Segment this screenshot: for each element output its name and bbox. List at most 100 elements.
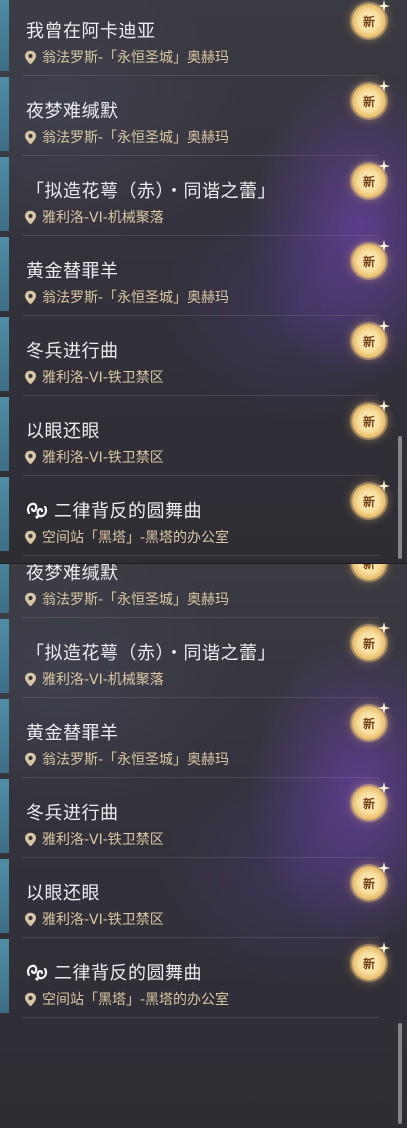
mission-edge-accent (0, 477, 9, 551)
mission-title-row: 以眼还眼 (26, 879, 100, 905)
sparkle-icon (378, 702, 390, 714)
new-badge-label: 新 (362, 175, 375, 189)
mission-location: 雅利洛-VI-机械聚落 (42, 672, 164, 688)
mission-edge-accent (0, 317, 9, 391)
mission-location-row: 雅利洛-VI-铁卫禁区 (24, 829, 164, 849)
mission-location-row: 雅利洛-VI-铁卫禁区 (24, 909, 164, 929)
new-badge-icon: 新 (352, 400, 390, 438)
scrollbar[interactable] (398, 1023, 402, 1124)
mission-edge-accent (0, 699, 9, 773)
mission-edge-accent (0, 237, 9, 311)
new-badge-label: 新 (362, 564, 375, 571)
mission-edge-accent (0, 0, 9, 71)
map-pin-icon (25, 992, 36, 1006)
mission-item[interactable]: 「拟造花萼（赤）・同谐之蕾」 雅利洛-VI-机械聚落 新 (0, 618, 407, 698)
mission-title: 「拟造花萼（赤）・同谐之蕾」 (26, 643, 276, 664)
new-badge-label: 新 (362, 957, 375, 971)
mission-edge-accent (0, 779, 9, 853)
mission-location: 雅利洛-VI-铁卫禁区 (42, 912, 164, 928)
mission-title: 我曾在阿卡迪亚 (26, 21, 156, 42)
quest-type-icon (26, 964, 48, 981)
sparkle-icon (378, 240, 390, 252)
scrollbar[interactable] (398, 436, 402, 559)
sparkle-icon (378, 942, 390, 954)
new-badge-icon: 新 (352, 480, 390, 518)
mission-location: 雅利洛-VI-铁卫禁区 (42, 450, 164, 466)
mission-item[interactable]: 黄金替罪羊 翁法罗斯-「永恒圣城」奥赫玛 新 (0, 236, 407, 316)
mission-item[interactable]: 冬兵进行曲 雅利洛-VI-铁卫禁区 新 (0, 778, 407, 858)
mission-edge-accent (0, 157, 9, 231)
sparkle-icon (378, 400, 390, 412)
mission-edge-accent (0, 859, 9, 933)
mission-title-row: 冬兵进行曲 (26, 337, 119, 363)
mission-location-row: 翁法罗斯-「永恒圣城」奥赫玛 (24, 287, 229, 307)
new-badge-label: 新 (362, 335, 375, 349)
mission-title-row: 黄金替罪羊 (26, 719, 119, 745)
mission-title: 黄金替罪羊 (26, 261, 119, 282)
mission-location-row: 翁法罗斯-「永恒圣城」奥赫玛 (24, 127, 229, 147)
mission-location: 雅利洛-VI-机械聚落 (42, 210, 164, 226)
mission-title: 黄金替罪羊 (26, 723, 119, 744)
new-badge-label: 新 (362, 495, 375, 509)
new-badge-icon: 新 (352, 564, 386, 580)
map-pin-icon (25, 370, 36, 384)
mission-title-row: 「拟造花萼（赤）・同谐之蕾」 (26, 639, 276, 665)
map-pin-icon (25, 832, 36, 846)
mission-edge-accent (0, 397, 9, 471)
map-pin-icon (25, 912, 36, 926)
map-pin-icon (25, 290, 36, 304)
mission-item[interactable]: 「拟造花萼（赤）・同谐之蕾」 雅利洛-VI-机械聚落 新 (0, 156, 407, 236)
mission-location-row: 翁法罗斯-「永恒圣城」奥赫玛 (24, 47, 229, 67)
new-badge-icon: 新 (352, 702, 390, 740)
sparkle-icon (378, 0, 390, 12)
sparkle-icon (378, 862, 390, 874)
mission-title: 冬兵进行曲 (26, 803, 119, 824)
map-pin-icon (25, 672, 36, 686)
sparkle-icon (378, 80, 390, 92)
mission-edge-accent (0, 77, 9, 151)
mission-location: 翁法罗斯-「永恒圣城」奥赫玛 (42, 50, 230, 66)
mission-location: 翁法罗斯-「永恒圣城」奥赫玛 (42, 752, 230, 768)
mission-edge-accent (0, 619, 9, 693)
mission-title-row: 二律背反的圆舞曲 (26, 497, 202, 523)
new-badge-icon: 新 (352, 240, 390, 278)
mission-title: 「拟造花萼（赤）・同谐之蕾」 (26, 181, 276, 202)
mission-location-row: 雅利洛-VI-机械聚落 (24, 207, 164, 227)
mission-title: 二律背反的圆舞曲 (54, 963, 202, 984)
mission-item[interactable]: 夜梦难缄默 翁法罗斯-「永恒圣城」奥赫玛 新 (0, 564, 407, 618)
mission-location-row: 雅利洛-VI-铁卫禁区 (24, 367, 164, 387)
mission-title-row: 我曾在阿卡迪亚 (26, 17, 156, 43)
mission-location: 翁法罗斯-「永恒圣城」奥赫玛 (42, 290, 230, 306)
mission-title-row: 以眼还眼 (26, 417, 100, 443)
mission-item[interactable]: 我曾在阿卡迪亚 翁法罗斯-「永恒圣城」奥赫玛 新 (0, 0, 407, 76)
mission-location-row: 雅利洛-VI-机械聚落 (24, 669, 164, 689)
new-badge-label: 新 (362, 637, 375, 651)
mission-list: 夜梦难缄默 翁法罗斯-「永恒圣城」奥赫玛 新 「拟造花萼（赤）・同谐之蕾」 雅利… (0, 564, 407, 1018)
sparkle-icon (378, 480, 390, 492)
new-badge-label: 新 (362, 15, 375, 29)
mission-location: 翁法罗斯-「永恒圣城」奥赫玛 (42, 130, 230, 146)
sparkle-icon (378, 160, 390, 172)
map-pin-icon (25, 752, 36, 766)
mission-title-row: 夜梦难缄默 (26, 564, 119, 585)
sparkle-icon (378, 320, 390, 332)
mission-item[interactable]: 夜梦难缄默 翁法罗斯-「永恒圣城」奥赫玛 新 (0, 76, 407, 156)
mission-list: 我曾在阿卡迪亚 翁法罗斯-「永恒圣城」奥赫玛 新 夜梦难缄默 翁法罗斯-「永恒圣… (0, 0, 407, 556)
mission-item[interactable]: 二律背反的圆舞曲 空间站「黑塔」-黑塔的办公室 新 (0, 476, 407, 556)
new-badge-icon: 新 (352, 80, 390, 118)
map-pin-icon (25, 530, 36, 544)
mission-title-row: 黄金替罪羊 (26, 257, 119, 283)
mission-item[interactable]: 冬兵进行曲 雅利洛-VI-铁卫禁区 新 (0, 316, 407, 396)
new-badge-label: 新 (362, 95, 375, 109)
map-pin-icon (25, 130, 36, 144)
new-badge-icon: 新 (352, 782, 390, 820)
new-badge-icon: 新 (352, 0, 390, 38)
mission-item[interactable]: 黄金替罪羊 翁法罗斯-「永恒圣城」奥赫玛 新 (0, 698, 407, 778)
mission-item[interactable]: 二律背反的圆舞曲 空间站「黑塔」-黑塔的办公室 新 (0, 938, 407, 1018)
mission-edge-accent (0, 939, 9, 1013)
mission-item[interactable]: 以眼还眼 雅利洛-VI-铁卫禁区 新 (0, 396, 407, 476)
mission-item[interactable]: 以眼还眼 雅利洛-VI-铁卫禁区 新 (0, 858, 407, 938)
mission-location-row: 空间站「黑塔」-黑塔的办公室 (24, 527, 229, 547)
mission-location-row: 翁法罗斯-「永恒圣城」奥赫玛 (24, 749, 229, 769)
mission-title-row: 「拟造花萼（赤）・同谐之蕾」 (26, 177, 276, 203)
